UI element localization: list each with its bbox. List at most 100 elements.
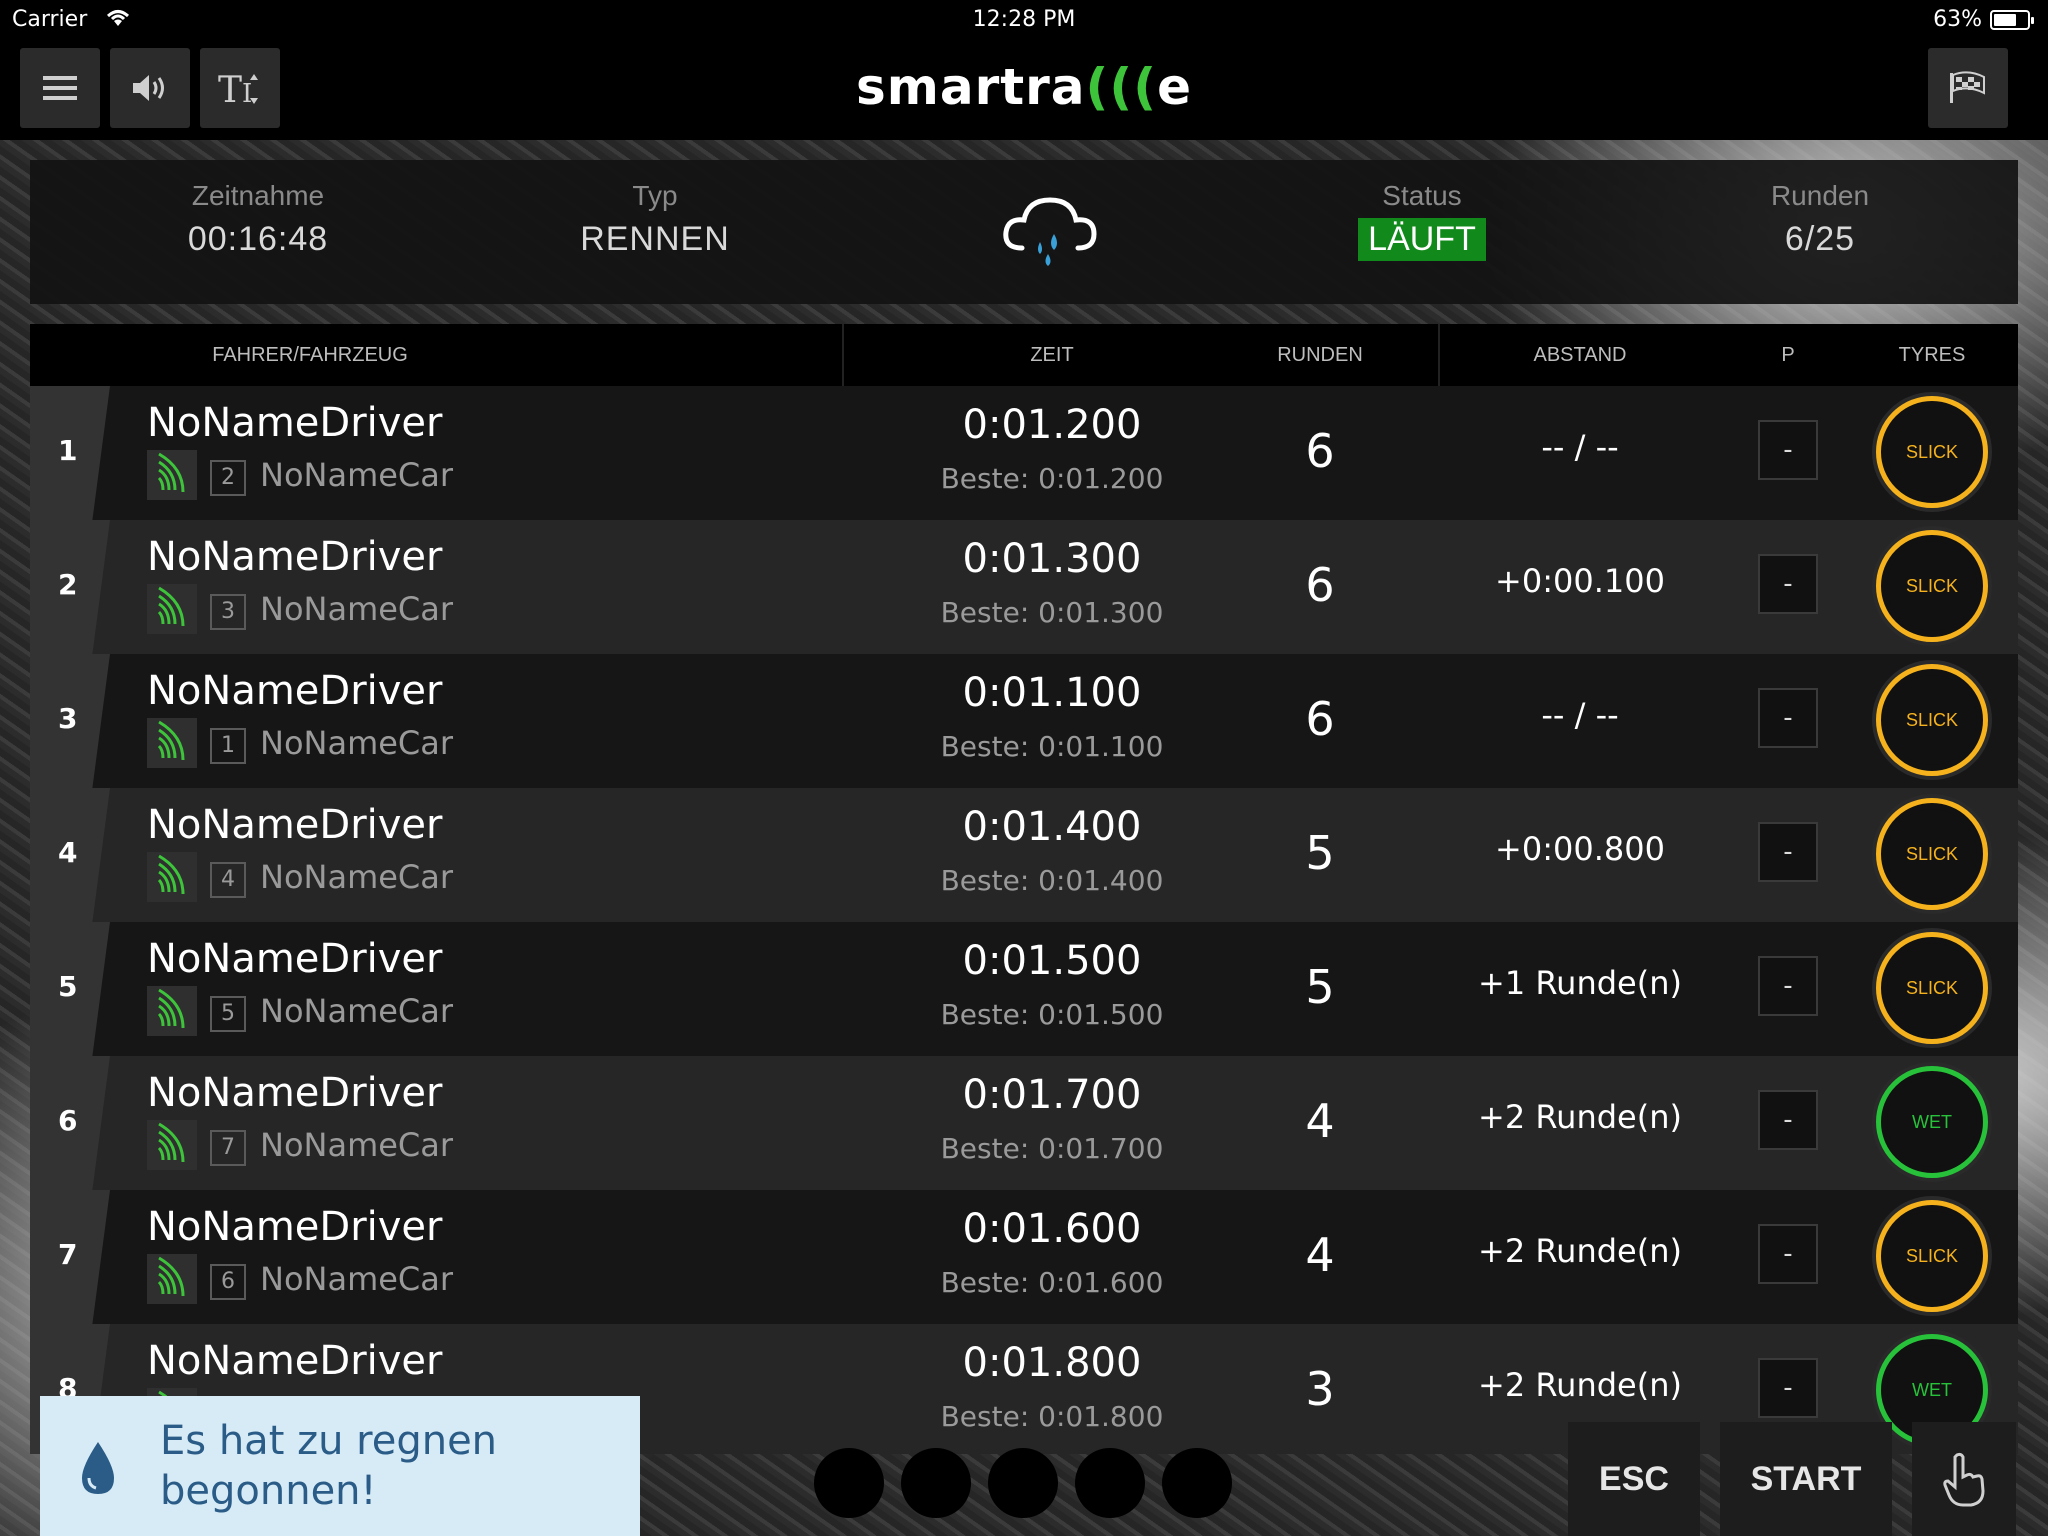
gap-value: -- / -- — [1541, 428, 1619, 466]
lap-count: 6 — [1305, 558, 1335, 612]
pit-stop-box[interactable]: - — [1758, 822, 1818, 882]
rain-cloud-icon[interactable] — [1000, 190, 1100, 276]
position-number: 4 — [58, 836, 78, 869]
position-number: 7 — [58, 1238, 78, 1271]
lap-count: 4 — [1305, 1094, 1335, 1148]
tyre-button[interactable]: SLICK — [1876, 798, 1988, 910]
gap-value: +2 Runde(n) — [1478, 1098, 1682, 1136]
battery-icon — [1990, 10, 2034, 30]
pit-stop-box[interactable]: - — [1758, 1090, 1818, 1150]
lap-time: 0:01.800 — [962, 1340, 1142, 1386]
standings-table: FAHRER/FAHRZEUG ZEIT RUNDEN ABSTAND P TY… — [30, 324, 2018, 1454]
hand-pointer-icon — [1943, 1452, 1985, 1507]
timing-value: 00:16:48 — [187, 220, 329, 258]
status-bar: Carrier 12:28 PM 63% — [0, 0, 2048, 40]
car-name: NoNameCar — [260, 456, 454, 494]
sensor-icon — [147, 584, 197, 634]
car-name: NoNameCar — [260, 1260, 454, 1298]
driver-name: NoNameDriver — [147, 400, 443, 446]
sensor-icon — [147, 718, 197, 768]
best-lap-time: Beste: 0:01.700 — [940, 1132, 1164, 1165]
table-row[interactable]: 5 NoNameDriver 5 NoNameCar 0:01.500 Beste: 0:… — [30, 922, 2018, 1056]
pit-stop-box[interactable]: - — [1758, 956, 1818, 1016]
table-row[interactable]: 1 NoNameDriver 2 NoNameCar 0:01.200 Beste: 0:… — [30, 386, 2018, 520]
car-name: NoNameCar — [260, 992, 454, 1030]
tyre-button[interactable]: SLICK — [1876, 1200, 1988, 1312]
driver-name: NoNameDriver — [147, 802, 443, 848]
pit-stop-box[interactable]: - — [1758, 1358, 1818, 1418]
tyre-button[interactable]: SLICK — [1876, 396, 1988, 508]
car-name: NoNameCar — [260, 590, 454, 628]
lap-count: 5 — [1305, 960, 1335, 1014]
car-number: 1 — [210, 728, 246, 764]
lap-time: 0:01.200 — [962, 402, 1142, 448]
timing-info: Zeitnahme 00:16:48 — [108, 180, 408, 259]
tyre-button[interactable]: WET — [1876, 1066, 1988, 1178]
tyre-label: SLICK — [1905, 575, 1959, 596]
laps-label: Runden — [1770, 180, 1870, 211]
best-lap-time: Beste: 0:01.600 — [940, 1266, 1164, 1299]
indicator-light-2 — [901, 1448, 971, 1518]
car-name: NoNameCar — [260, 858, 454, 896]
race-info-bar: Zeitnahme 00:16:48 Typ RENNEN Status LÄU… — [30, 160, 2018, 304]
laps-value: 6/25 — [1784, 220, 1856, 258]
status-label: Status — [1382, 180, 1462, 211]
start-button[interactable]: START — [1720, 1422, 1892, 1536]
position-number: 3 — [58, 702, 78, 735]
table-row[interactable]: 3 NoNameDriver 1 NoNameCar 0:01.100 Beste: 0:… — [30, 654, 2018, 788]
pit-stop-box[interactable]: - — [1758, 688, 1818, 748]
gap-value: +1 Runde(n) — [1478, 964, 1682, 1002]
type-info: Typ RENNEN — [505, 180, 805, 259]
lap-time: 0:01.300 — [962, 536, 1142, 582]
rain-notification[interactable]: Es hat zu regnen begonnen! — [40, 1396, 640, 1536]
car-number: 6 — [210, 1264, 246, 1300]
table-header: FAHRER/FAHRZEUG ZEIT RUNDEN ABSTAND P TY… — [30, 324, 2018, 386]
car-name: NoNameCar — [260, 724, 454, 762]
table-row[interactable]: 7 NoNameDriver 6 NoNameCar 0:01.600 Beste: 0:… — [30, 1190, 2018, 1324]
lap-count: 6 — [1305, 424, 1335, 478]
best-lap-time: Beste: 0:01.500 — [940, 998, 1164, 1031]
driver-name: NoNameDriver — [147, 1338, 443, 1384]
pit-stop-box[interactable]: - — [1758, 420, 1818, 480]
car-number: 7 — [210, 1130, 246, 1166]
lap-time: 0:01.600 — [962, 1206, 1142, 1252]
esc-button[interactable]: ESC — [1568, 1422, 1700, 1536]
tyre-label: SLICK — [1905, 441, 1959, 462]
table-row[interactable]: 2 NoNameDriver 3 NoNameCar 0:01.300 Beste: 0:… — [30, 520, 2018, 654]
timing-label: Zeitnahme — [191, 180, 325, 211]
tyre-button[interactable]: SLICK — [1876, 530, 1988, 642]
indicator-light-3 — [988, 1448, 1058, 1518]
header-gap: ABSTAND — [1533, 344, 1627, 366]
pit-stop-box[interactable]: - — [1758, 554, 1818, 614]
tyre-button[interactable]: SLICK — [1876, 664, 1988, 776]
status-info: Status LÄUFT — [1272, 180, 1572, 261]
position-number: 6 — [58, 1104, 78, 1137]
race-flag-button[interactable] — [1928, 48, 2008, 128]
app-logo: smartra(((e — [855, 58, 1193, 116]
lap-time: 0:01.500 — [962, 938, 1142, 984]
laps-info: Runden 6/25 — [1670, 180, 1970, 259]
lap-count: 4 — [1305, 1228, 1335, 1282]
sensor-icon — [147, 986, 197, 1036]
water-drop-icon — [78, 1440, 118, 1500]
tyre-label: WET — [1912, 1379, 1952, 1400]
table-row[interactable]: 4 NoNameDriver 4 NoNameCar 0:01.400 Beste: 0:… — [30, 788, 2018, 922]
pit-stop-box[interactable]: - — [1758, 1224, 1818, 1284]
table-row[interactable]: 6 NoNameDriver 7 NoNameCar 0:01.700 Beste: 0:… — [30, 1056, 2018, 1190]
driver-name: NoNameDriver — [147, 936, 443, 982]
tyre-label: SLICK — [1905, 709, 1959, 730]
indicator-light-1 — [814, 1448, 884, 1518]
gap-value: +2 Runde(n) — [1478, 1232, 1682, 1270]
tyre-label: SLICK — [1905, 1245, 1959, 1266]
clock: 12:28 PM — [972, 7, 1076, 32]
type-label: Typ — [632, 180, 678, 211]
car-number: 2 — [210, 460, 246, 496]
hand-button[interactable] — [1912, 1422, 2016, 1536]
top-bar: Carrier 12:28 PM 63% TI smartra(((e — [0, 0, 2048, 140]
best-lap-time: Beste: 0:01.400 — [940, 864, 1164, 897]
car-number: 4 — [210, 862, 246, 898]
tyre-label: SLICK — [1905, 977, 1959, 998]
driver-name: NoNameDriver — [147, 1070, 443, 1116]
best-lap-time: Beste: 0:01.100 — [940, 730, 1164, 763]
tyre-button[interactable]: SLICK — [1876, 932, 1988, 1044]
